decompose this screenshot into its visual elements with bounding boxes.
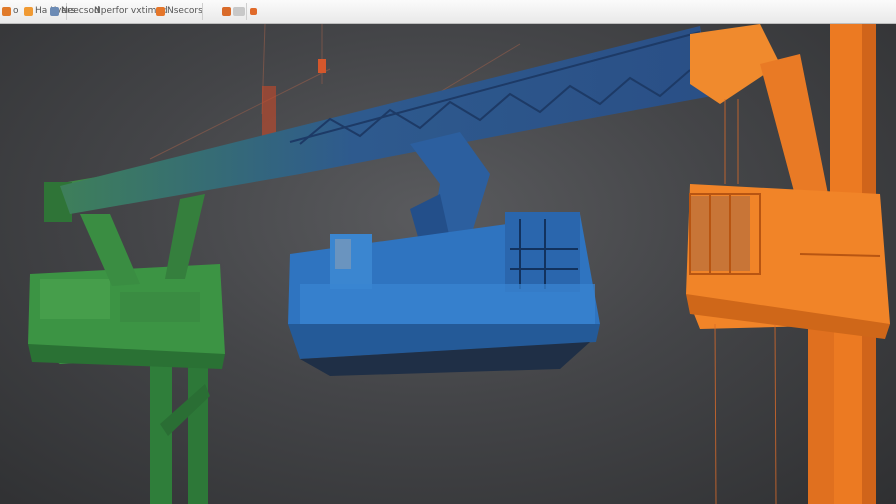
toolbar-app-label: o xyxy=(13,6,19,16)
image-icon xyxy=(156,6,165,16)
edit-icon xyxy=(50,6,59,16)
toolbar-separator xyxy=(246,3,247,20)
app-icon xyxy=(2,6,11,16)
cable-marker xyxy=(262,86,276,136)
tool-secondary-icon xyxy=(233,6,245,16)
cable-marker xyxy=(318,59,326,73)
toolbar-edit-button[interactable]: Neecsod xyxy=(50,3,100,19)
indicator-icon xyxy=(250,7,257,15)
top-toolbar: o Ha Kvers Neecsod Nperfor vxtimed Nseco… xyxy=(0,0,896,24)
toolbar-app-button[interactable]: o xyxy=(2,3,19,19)
tool-icon xyxy=(222,6,231,16)
orange-crane xyxy=(686,24,890,504)
file-icon xyxy=(24,6,33,16)
toolbar-indicator xyxy=(250,3,259,19)
toolbar-tool-button[interactable] xyxy=(222,3,247,19)
crane-illustration xyxy=(28,24,890,504)
toolbar-image-label: Nsecors xyxy=(167,6,203,16)
blue-crane xyxy=(288,132,600,376)
toolbar-image-button[interactable]: Nsecors xyxy=(156,3,203,19)
toolbar-separator xyxy=(202,3,203,20)
image-canvas[interactable] xyxy=(0,24,896,504)
